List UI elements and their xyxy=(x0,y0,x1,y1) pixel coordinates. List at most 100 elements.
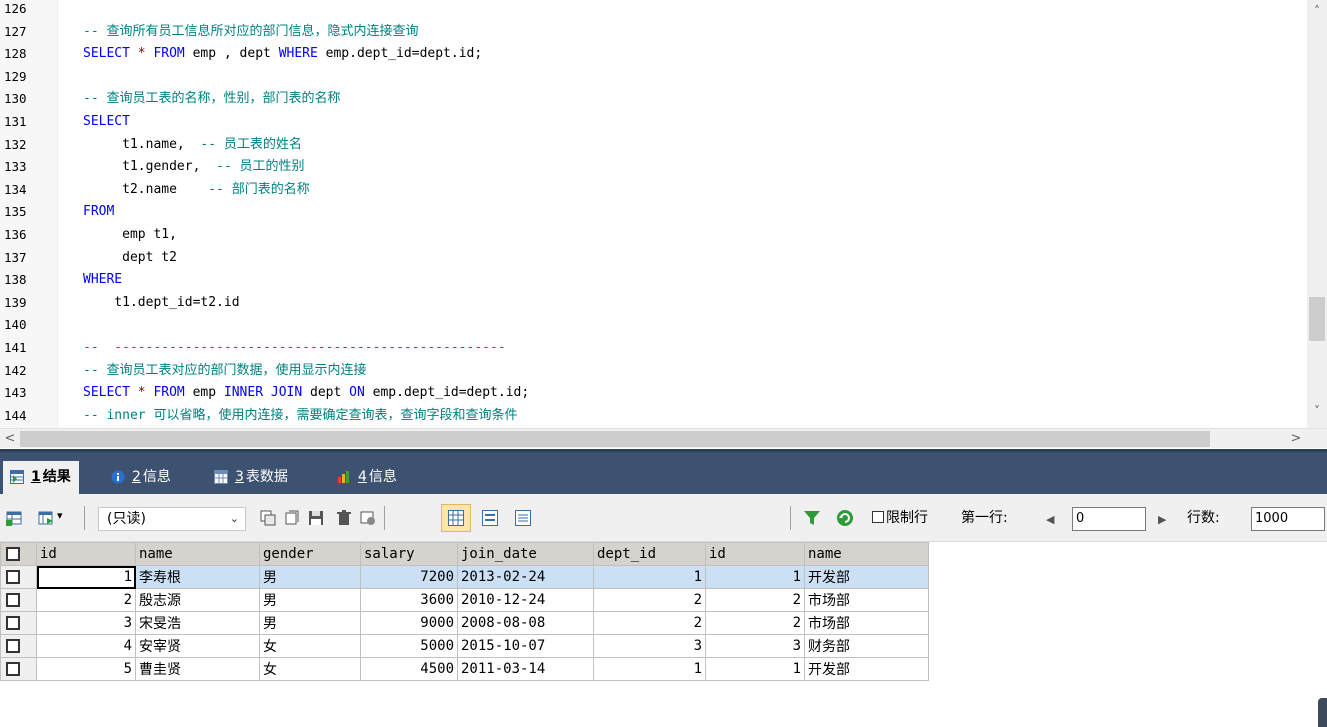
checkbox-icon[interactable] xyxy=(6,593,20,607)
cell-dept-table-id[interactable]: 2 xyxy=(705,588,805,612)
code-line[interactable] xyxy=(58,314,1307,337)
table-row[interactable]: 4 安宰贤 女 5000 2015-10-07 3 3 财务部 xyxy=(0,634,929,658)
limit-rows-checkbox[interactable]: 限制行 xyxy=(872,508,928,528)
column-header-salary[interactable]: salary xyxy=(360,542,458,566)
column-header-dept-id[interactable]: dept_id xyxy=(593,542,706,566)
cell-gender[interactable]: 女 xyxy=(259,634,361,658)
text-view-icon[interactable] xyxy=(515,510,531,526)
table-row[interactable]: 3 宋旻浩 男 9000 2008-08-08 2 2 市场部 xyxy=(0,611,929,635)
select-all-header[interactable] xyxy=(0,542,37,566)
sql-editor[interactable]: 126 127 128 129 130 131 132 133 134 135 136 137 138 1… xyxy=(0,0,1327,428)
code-line[interactable]: SELECT xyxy=(58,111,1307,134)
vertical-scrollbar[interactable]: ˄ ˅ xyxy=(1307,0,1327,428)
code-line[interactable] xyxy=(58,66,1307,89)
cell-join-date[interactable]: 2015-10-07 xyxy=(457,634,594,658)
cell-join-date[interactable]: 2010-12-24 xyxy=(457,588,594,612)
code-line[interactable] xyxy=(58,0,1307,21)
horizontal-scroll-thumb[interactable] xyxy=(20,431,1210,447)
cell-salary[interactable]: 5000 xyxy=(360,634,458,658)
read-only-select[interactable]: (只读) ⌄ xyxy=(98,507,246,531)
cell-dept-table-id[interactable]: 3 xyxy=(705,634,805,658)
code-line[interactable]: -- -------------------------------------… xyxy=(58,337,1307,360)
code-line[interactable]: FROM xyxy=(58,201,1307,224)
cell-dept-table-id[interactable]: 2 xyxy=(705,611,805,635)
refresh-cancel-icon[interactable] xyxy=(360,510,376,526)
cell-salary[interactable]: 9000 xyxy=(360,611,458,635)
code-line[interactable]: t2.name -- 部门表的名称 xyxy=(58,179,1307,202)
cell-gender[interactable]: 男 xyxy=(259,565,361,589)
code-line[interactable]: emp t1, xyxy=(58,224,1307,247)
row-selector[interactable] xyxy=(0,657,37,681)
form-view-icon[interactable] xyxy=(482,510,498,526)
cell-id[interactable]: 3 xyxy=(36,611,136,635)
cell-gender[interactable]: 女 xyxy=(259,657,361,681)
scroll-down-icon[interactable]: ˅ xyxy=(1307,402,1327,420)
result-grid[interactable]: id name gender salary join_date dept_id … xyxy=(0,542,929,681)
filter-icon[interactable] xyxy=(804,510,820,526)
checkbox-icon[interactable] xyxy=(6,616,20,630)
cell-dept-id[interactable]: 1 xyxy=(593,657,706,681)
cell-id[interactable]: 4 xyxy=(36,634,136,658)
code-line[interactable]: -- 查询员工表的名称，性别，部门表的名称 xyxy=(58,88,1307,111)
column-header-id[interactable]: id xyxy=(36,542,136,566)
cell-id[interactable]: 2 xyxy=(36,588,136,612)
row-selector[interactable] xyxy=(0,588,37,612)
cell-dept-table-id[interactable]: 1 xyxy=(705,565,805,589)
add-row-icon[interactable] xyxy=(6,510,22,526)
row-selector[interactable] xyxy=(0,565,37,589)
checkbox-icon[interactable] xyxy=(6,547,20,561)
table-row[interactable]: 1 李寿根 男 7200 2013-02-24 1 1 开发部 xyxy=(0,565,929,589)
scroll-left-icon[interactable]: < xyxy=(0,429,20,449)
cell-name[interactable]: 宋旻浩 xyxy=(135,611,260,635)
dropdown-arrow-icon[interactable]: ▾ xyxy=(57,506,63,526)
table-row[interactable]: 5 曹圭贤 女 4500 2011-03-14 1 1 开发部 xyxy=(0,657,929,681)
code-line[interactable]: t1.dept_id=t2.id xyxy=(58,292,1307,315)
export-grid-icon[interactable] xyxy=(38,510,54,526)
duplicate-row-icon[interactable] xyxy=(284,510,300,526)
cell-salary[interactable]: 7200 xyxy=(360,565,458,589)
cell-dept-id[interactable]: 2 xyxy=(593,611,706,635)
cell-join-date[interactable]: 2008-08-08 xyxy=(457,611,594,635)
cell-dept-name[interactable]: 开发部 xyxy=(804,565,929,589)
code-line[interactable]: -- inner 可以省略，使用内连接，需要确定查询表，查询字段和查询条件 xyxy=(58,405,1307,428)
cell-name[interactable]: 殷志源 xyxy=(135,588,260,612)
code-line[interactable]: -- 查询员工表对应的部门数据，使用显示内连接 xyxy=(58,360,1307,383)
code-line[interactable]: SELECT * FROM emp INNER JOIN dept ON emp… xyxy=(58,382,1307,405)
grid-view-button[interactable] xyxy=(441,504,471,532)
cell-gender[interactable]: 男 xyxy=(259,588,361,612)
column-header-name[interactable]: name xyxy=(135,542,260,566)
cell-dept-id[interactable]: 2 xyxy=(593,588,706,612)
code-line[interactable]: -- 查询所有员工信息所对应的部门信息，隐式内连接查询 xyxy=(58,21,1307,44)
scroll-right-icon[interactable]: > xyxy=(1286,429,1306,449)
cell-salary[interactable]: 3600 xyxy=(360,588,458,612)
cell-dept-name[interactable]: 市场部 xyxy=(804,611,929,635)
column-header-dept-table-id[interactable]: id xyxy=(705,542,805,566)
row-count-input[interactable]: 1000 xyxy=(1251,507,1325,531)
delete-icon[interactable] xyxy=(336,510,352,526)
cell-gender[interactable]: 男 xyxy=(259,611,361,635)
scroll-up-icon[interactable]: ˄ xyxy=(1307,2,1327,20)
copy-row-icon[interactable] xyxy=(260,510,276,526)
cell-dept-id[interactable]: 1 xyxy=(593,565,706,589)
previous-page-icon[interactable]: ◀ xyxy=(1046,510,1054,530)
cell-dept-name[interactable]: 开发部 xyxy=(804,657,929,681)
code-line[interactable]: dept t2 xyxy=(58,247,1307,270)
tab-profiler-info[interactable]: 4 信息 xyxy=(330,462,405,492)
code-line[interactable]: WHERE xyxy=(58,269,1307,292)
checkbox-icon[interactable] xyxy=(6,639,20,653)
checkbox-icon[interactable] xyxy=(6,570,20,584)
cell-join-date[interactable]: 2011-03-14 xyxy=(457,657,594,681)
cell-id[interactable]: 1 xyxy=(36,565,136,589)
horizontal-scrollbar[interactable]: < > xyxy=(0,428,1327,448)
row-selector[interactable] xyxy=(0,634,37,658)
cell-salary[interactable]: 4500 xyxy=(360,657,458,681)
table-row[interactable]: 2 殷志源 男 3600 2010-12-24 2 2 市场部 xyxy=(0,588,929,612)
cell-name[interactable]: 曹圭贤 xyxy=(135,657,260,681)
vertical-scroll-thumb[interactable] xyxy=(1309,297,1325,341)
checkbox-icon[interactable] xyxy=(6,662,20,676)
code-line[interactable]: SELECT * FROM emp , dept WHERE emp.dept_… xyxy=(58,43,1307,66)
refresh-icon[interactable] xyxy=(837,510,853,526)
next-page-icon[interactable]: ▶ xyxy=(1158,510,1166,530)
tab-info[interactable]: 2 信息 xyxy=(104,462,179,492)
cell-name[interactable]: 李寿根 xyxy=(135,565,260,589)
